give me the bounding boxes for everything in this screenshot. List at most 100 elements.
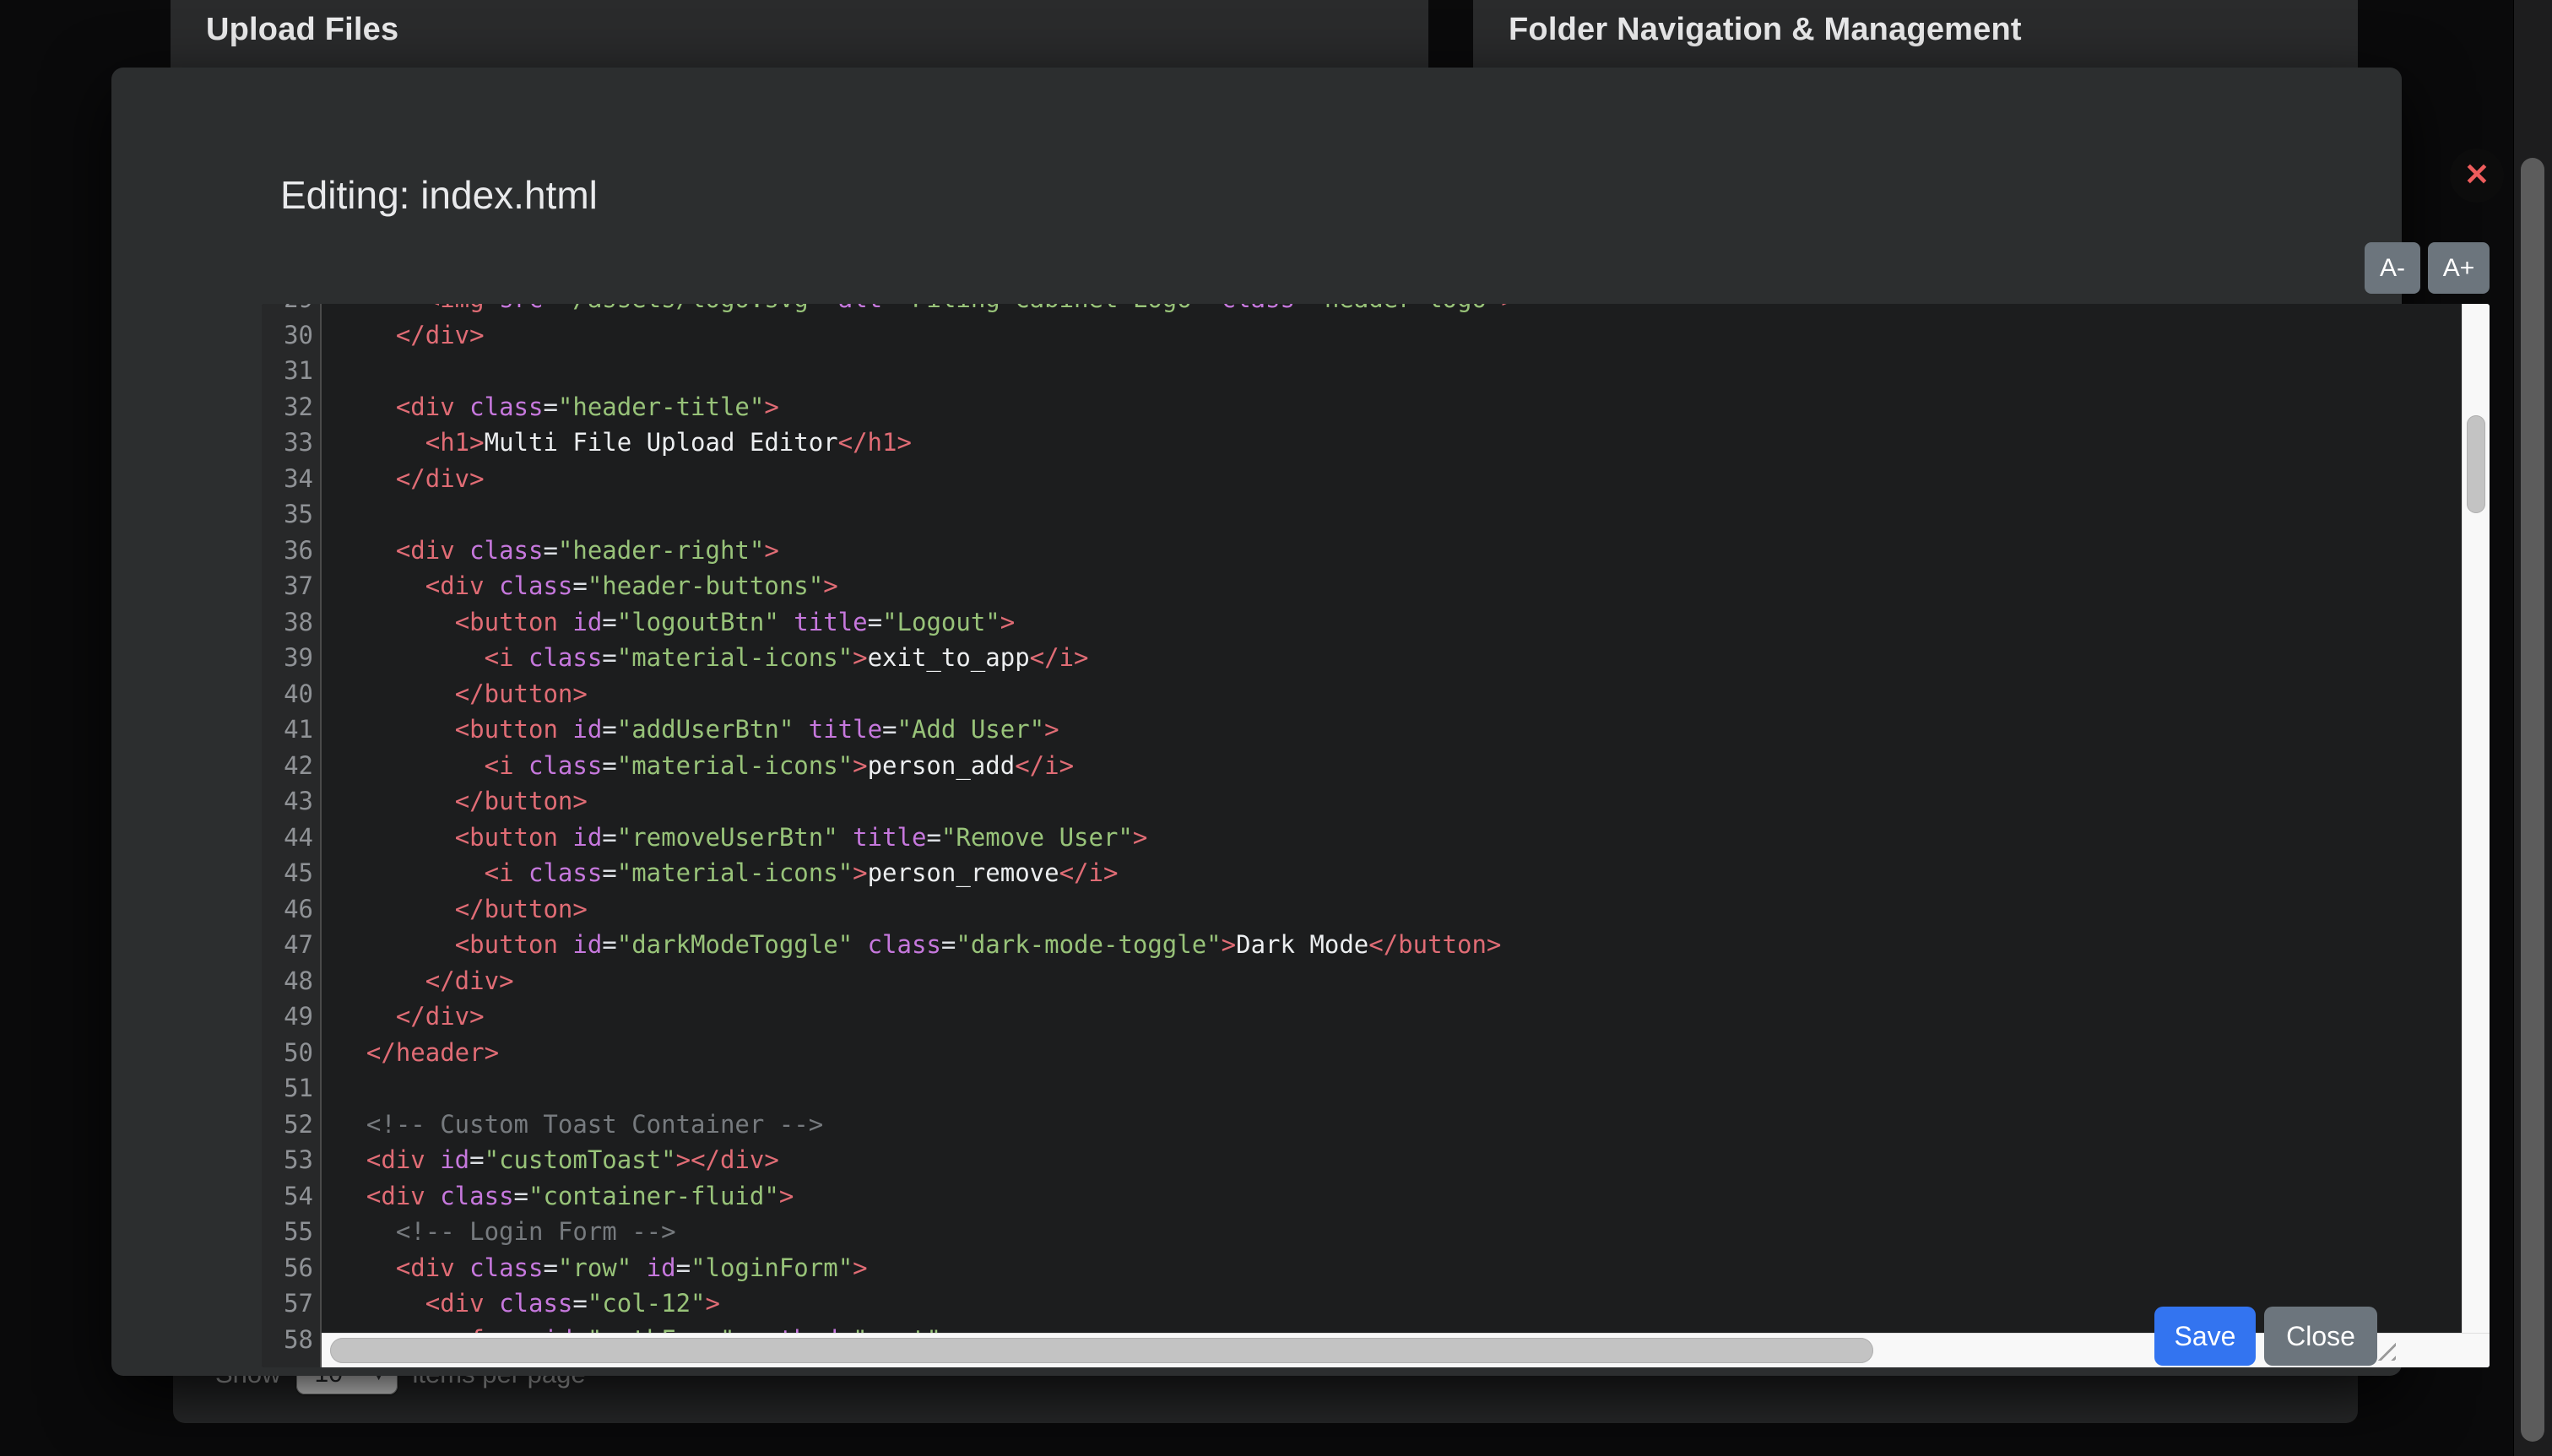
line-number: 50 xyxy=(262,1035,322,1071)
line-number: 30 xyxy=(262,317,322,354)
code-line: 52 <!-- Custom Toast Container --> xyxy=(262,1107,2490,1143)
code-line-text: <i class="material-icons">exit_to_app</i… xyxy=(322,640,1089,676)
code-line: 42 <i class="material-icons">person_add<… xyxy=(262,748,2490,784)
code-line-text: <!-- Custom Toast Container --> xyxy=(322,1107,823,1143)
code-line-text: <div id="customToast"></div> xyxy=(322,1142,779,1178)
code-line-text: <button id="darkModeToggle" class="dark-… xyxy=(322,927,1501,963)
code-editor-textarea[interactable]: 29 <img src="/assets/logo.svg" alt="Fili… xyxy=(262,304,2490,1367)
code-line: 45 <i class="material-icons">person_remo… xyxy=(262,855,2490,891)
line-number: 34 xyxy=(262,461,322,497)
line-number: 58 xyxy=(262,1322,322,1358)
code-line-text: <!-- Login Form --> xyxy=(322,1214,676,1250)
close-button[interactable]: Close xyxy=(2264,1307,2377,1366)
code-line-text: </div> xyxy=(322,963,514,999)
code-line: 54 <div class="container-fluid"> xyxy=(262,1178,2490,1215)
code-line: 36 <div class="header-right"> xyxy=(262,533,2490,569)
line-number: 36 xyxy=(262,533,322,569)
code-line-text: <div class="container-fluid"> xyxy=(322,1178,794,1215)
upload-files-title: Upload Files xyxy=(206,12,398,48)
code-line: 53 <div id="customToast"></div> xyxy=(262,1142,2490,1178)
editor-code-content: 29 <img src="/assets/logo.svg" alt="Fili… xyxy=(262,304,2490,1357)
edit-file-modal: Editing: index.html ✕ A- A+ 29 <img src=… xyxy=(111,68,2402,1376)
page-scrollbar[interactable] xyxy=(2513,0,2552,1456)
font-size-decrease-button[interactable]: A- xyxy=(2365,242,2420,294)
modal-close-button[interactable]: ✕ xyxy=(2450,149,2504,203)
close-icon: ✕ xyxy=(2464,160,2490,190)
line-number: 41 xyxy=(262,712,322,748)
code-line: 40 </button> xyxy=(262,676,2490,712)
code-line-text: </button> xyxy=(322,676,588,712)
code-line: 46 </button> xyxy=(262,891,2490,928)
editor-vertical-scrollbar[interactable] xyxy=(2462,304,2490,1367)
code-line-text xyxy=(322,496,337,533)
folder-navigation-panel-header: Folder Navigation & Management xyxy=(1473,0,2358,73)
line-number: 33 xyxy=(262,425,322,461)
line-number: 47 xyxy=(262,927,322,963)
code-line-text xyxy=(322,353,337,389)
code-line-text: </button> xyxy=(322,783,588,820)
code-line: 33 <h1>Multi File Upload Editor</h1> xyxy=(262,425,2490,461)
code-line: 35 xyxy=(262,496,2490,533)
code-line-text: <h1>Multi File Upload Editor</h1> xyxy=(322,425,912,461)
code-line: 48 </div> xyxy=(262,963,2490,999)
code-line-text: </div> xyxy=(322,999,485,1035)
code-line: 32 <div class="header-title"> xyxy=(262,389,2490,425)
line-number: 48 xyxy=(262,963,322,999)
line-number: 51 xyxy=(262,1070,322,1107)
code-line: 50 </header> xyxy=(262,1035,2490,1071)
code-line-text: <button id="logoutBtn" title="Logout"> xyxy=(322,604,1015,641)
editor-horizontal-scrollbar-thumb[interactable] xyxy=(330,1338,1873,1363)
upload-files-panel-header: Upload Files xyxy=(171,0,1428,73)
code-line-text xyxy=(322,1070,337,1107)
line-number: 42 xyxy=(262,748,322,784)
code-line-text: <i class="material-icons">person_add</i> xyxy=(322,748,1074,784)
code-line: 38 <button id="logoutBtn" title="Logout"… xyxy=(262,604,2490,641)
line-number: 31 xyxy=(262,353,322,389)
line-number: 29 xyxy=(262,304,322,317)
code-line: 56 <div class="row" id="loginForm"> xyxy=(262,1250,2490,1286)
line-number: 46 xyxy=(262,891,322,928)
code-line-text: </div> xyxy=(322,461,485,497)
code-line-text: </button> xyxy=(322,891,588,928)
line-number: 40 xyxy=(262,676,322,712)
line-number: 56 xyxy=(262,1250,322,1286)
code-line: 51 xyxy=(262,1070,2490,1107)
code-line-text: </div> xyxy=(322,317,485,354)
code-line: 37 <div class="header-buttons"> xyxy=(262,568,2490,604)
line-number: 53 xyxy=(262,1142,322,1178)
font-size-increase-button[interactable]: A+ xyxy=(2428,242,2490,294)
line-number: 35 xyxy=(262,496,322,533)
modal-title: Editing: index.html xyxy=(280,172,598,218)
code-line: 39 <i class="material-icons">exit_to_app… xyxy=(262,640,2490,676)
line-number: 57 xyxy=(262,1286,322,1322)
code-line: 34 </div> xyxy=(262,461,2490,497)
line-number: 43 xyxy=(262,783,322,820)
code-line-text: <button id="addUserBtn" title="Add User"… xyxy=(322,712,1059,748)
code-line-text: <div class="header-right"> xyxy=(322,533,779,569)
folder-navigation-title: Folder Navigation & Management xyxy=(1509,12,2022,48)
code-line: 55 <!-- Login Form --> xyxy=(262,1214,2490,1250)
line-number: 54 xyxy=(262,1178,322,1215)
line-number: 39 xyxy=(262,640,322,676)
line-number: 55 xyxy=(262,1214,322,1250)
code-line-text: <i class="material-icons">person_remove<… xyxy=(322,855,1118,891)
code-line: 30 </div> xyxy=(262,317,2490,354)
code-line: 43 </button> xyxy=(262,783,2490,820)
code-line-text: <div class="row" id="loginForm"> xyxy=(322,1250,868,1286)
code-line-text: <img src="/assets/logo.svg" alt="Filing … xyxy=(322,304,1516,317)
code-line-text: </header> xyxy=(322,1035,499,1071)
code-line: 31 xyxy=(262,353,2490,389)
code-line-text: <div class="header-title"> xyxy=(322,389,779,425)
code-line: 29 <img src="/assets/logo.svg" alt="Fili… xyxy=(262,304,2490,317)
code-line-text: <div class="header-buttons"> xyxy=(322,568,838,604)
page-scrollbar-thumb[interactable] xyxy=(2521,158,2544,1442)
editor-vertical-scrollbar-thumb[interactable] xyxy=(2467,415,2485,513)
code-line-text: <button id="removeUserBtn" title="Remove… xyxy=(322,820,1147,856)
line-number: 37 xyxy=(262,568,322,604)
save-button[interactable]: Save xyxy=(2154,1307,2256,1366)
line-number: 38 xyxy=(262,604,322,641)
line-number: 32 xyxy=(262,389,322,425)
code-line-text: <div class="col-12"> xyxy=(322,1286,720,1322)
code-line: 44 <button id="removeUserBtn" title="Rem… xyxy=(262,820,2490,856)
code-line: 49 </div> xyxy=(262,999,2490,1035)
